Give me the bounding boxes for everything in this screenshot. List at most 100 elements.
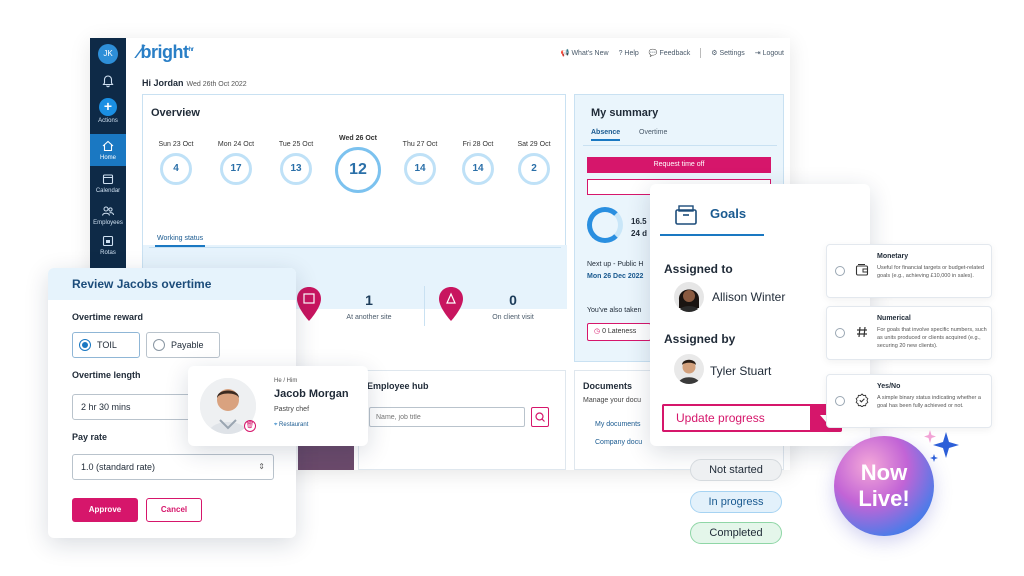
avatar [674,354,704,384]
folder-icon [674,204,698,231]
option-label: TOIL [97,340,117,350]
goal-type-monetary[interactable]: Monetary Useful for financial targets or… [826,244,992,298]
update-progress-button[interactable]: Update progress [662,404,810,432]
approve-button[interactable]: Approve [72,498,138,522]
title-underline [660,234,764,236]
people-icon [102,206,114,216]
my-documents-link[interactable]: My documents [595,421,641,428]
day-count-ring[interactable]: 13 [280,153,312,185]
day-count-ring[interactable]: 4 [160,153,192,185]
day-count-ring[interactable]: 14 [404,153,436,185]
sidebar-item-label: Actions [98,118,118,124]
radio-icon [835,396,845,406]
logo-sup: hr [188,47,195,53]
assigned-to-name: Allison Winter [712,290,786,304]
sidebar-avatar[interactable]: JK [90,44,126,64]
person-photo-icon [674,282,704,312]
hash-icon [857,326,867,338]
day-count-ring[interactable]: 2 [518,153,550,185]
sidebar-item-rotas[interactable]: Rotas [90,234,126,256]
status-not-started[interactable]: Not started [690,459,782,481]
toil-option[interactable]: TOIL [72,332,140,358]
documents-subtitle: Manage your docu [583,397,641,404]
avatar: JK [98,44,118,64]
cancel-button[interactable]: Cancel [146,498,202,522]
company-documents-link[interactable]: Company docu [595,439,642,446]
now-live-badge: Now Live! [834,436,934,536]
delete-photo-icon[interactable]: 🗑 [244,420,256,432]
sidebar-item-calendar[interactable]: Calendar [90,172,126,194]
overtime-reward-label: Overtime reward [72,312,144,322]
greeting-text: Hi Jordan [142,78,184,88]
allowance-days: 24 d [631,229,648,238]
radio-icon [835,328,845,338]
day-label: Tue 25 Oct [278,141,314,148]
assigned-by-name: Tyler Stuart [710,364,772,378]
map-pin-icon [439,287,463,321]
map-pin-icon [297,287,321,321]
tab-absence[interactable]: Absence [591,129,621,141]
at-another-site-count: 1 [365,292,373,308]
status-completed[interactable]: Completed [690,522,782,544]
payable-option[interactable]: Payable [146,332,220,358]
settings-link[interactable]: ⚙ Settings [711,49,745,57]
day-count-ring[interactable]: 17 [220,153,252,185]
employee-search-input[interactable] [369,407,525,427]
goal-type-title: Yes/No [877,383,901,390]
day-count-ring-selected[interactable]: 12 [335,147,381,193]
divider [149,247,561,248]
whats-new-link[interactable]: 📢 What's New [561,49,609,57]
day-label: Thu 27 Oct [402,141,438,148]
sidebar-item-employees[interactable]: Employees [90,204,126,226]
allowance-value: 16.5 [631,217,647,226]
overtime-length-field[interactable]: 2 hr 30 mins [72,394,202,420]
goal-type-yes-no[interactable]: Yes/No A simple binary status indicating… [826,374,992,428]
divider [700,48,702,58]
card-header: Review Jacobs overtime [48,268,296,300]
goal-type-numerical[interactable]: Numerical For goals that involve specifi… [826,306,992,360]
sidebar-item-home[interactable]: Home [90,134,126,166]
bell-icon [102,75,114,88]
goals-title: Goals [710,206,747,221]
also-taken-text: You've also taken [587,307,642,314]
link-label: Settings [719,50,745,57]
clock-icon: ◷ [594,328,603,335]
avatar [674,282,704,312]
goal-type-description: For goals that involve specific numbers,… [877,327,987,349]
day-label: Sat 29 Oct [517,141,551,148]
day-count-ring[interactable]: 14 [462,153,494,185]
feedback-link[interactable]: 💬 Feedback [649,49,690,57]
sidebar-item-label: Employees [93,220,123,226]
brand-logo[interactable]: ⁄brighthr [138,42,194,63]
top-links: 📢 What's New ? Help 💬 Feedback ⚙ Setting… [561,48,784,58]
location-label: Restaurant [279,422,309,428]
pay-rate-select[interactable]: 1.0 (standard rate) ⇕ [72,454,274,480]
lateness-chip[interactable]: ◷ 0 Lateness [587,323,651,341]
search-button[interactable] [531,407,549,427]
notifications-button[interactable] [90,74,126,90]
tab-working-status[interactable]: Working status [155,235,206,247]
sidebar-item-label: Home [99,155,116,161]
status-in-progress[interactable]: In progress [690,491,782,513]
top-bar: ⁄brighthr 📢 What's New ? Help 💬 Feedback… [126,38,790,68]
goal-type-description: A simple binary status indicating whethe… [877,395,981,409]
sidebar-item-label: Rotas [100,250,116,256]
help-link[interactable]: ? Help [619,50,639,57]
next-up-text: Next up - Public H [587,261,644,268]
sidebar-item-label: Calendar [95,188,121,194]
sidebar-item-actions[interactable]: + Actions [90,98,126,124]
link-label: Help [624,49,639,57]
assigned-to-label: Assigned to [664,262,733,276]
client-pin [438,286,464,327]
on-client-visit-count: 0 [509,292,517,308]
card-title: Review Jacobs overtime [72,277,212,291]
employee-role: Pastry chef [274,406,310,413]
tab-overtime[interactable]: Overtime [639,129,667,136]
sparkle-icon [924,430,959,462]
logout-link[interactable]: ⇥ Logout [755,49,784,57]
person-photo-icon [674,354,704,384]
employee-name: Jacob Morgan [274,388,349,400]
employee-profile-card[interactable]: 🗑 He / Him Jacob Morgan Pastry chef ⌖ Re… [188,366,368,446]
calendar-icon [102,174,114,185]
request-time-off-button[interactable]: Request time off [587,157,771,173]
